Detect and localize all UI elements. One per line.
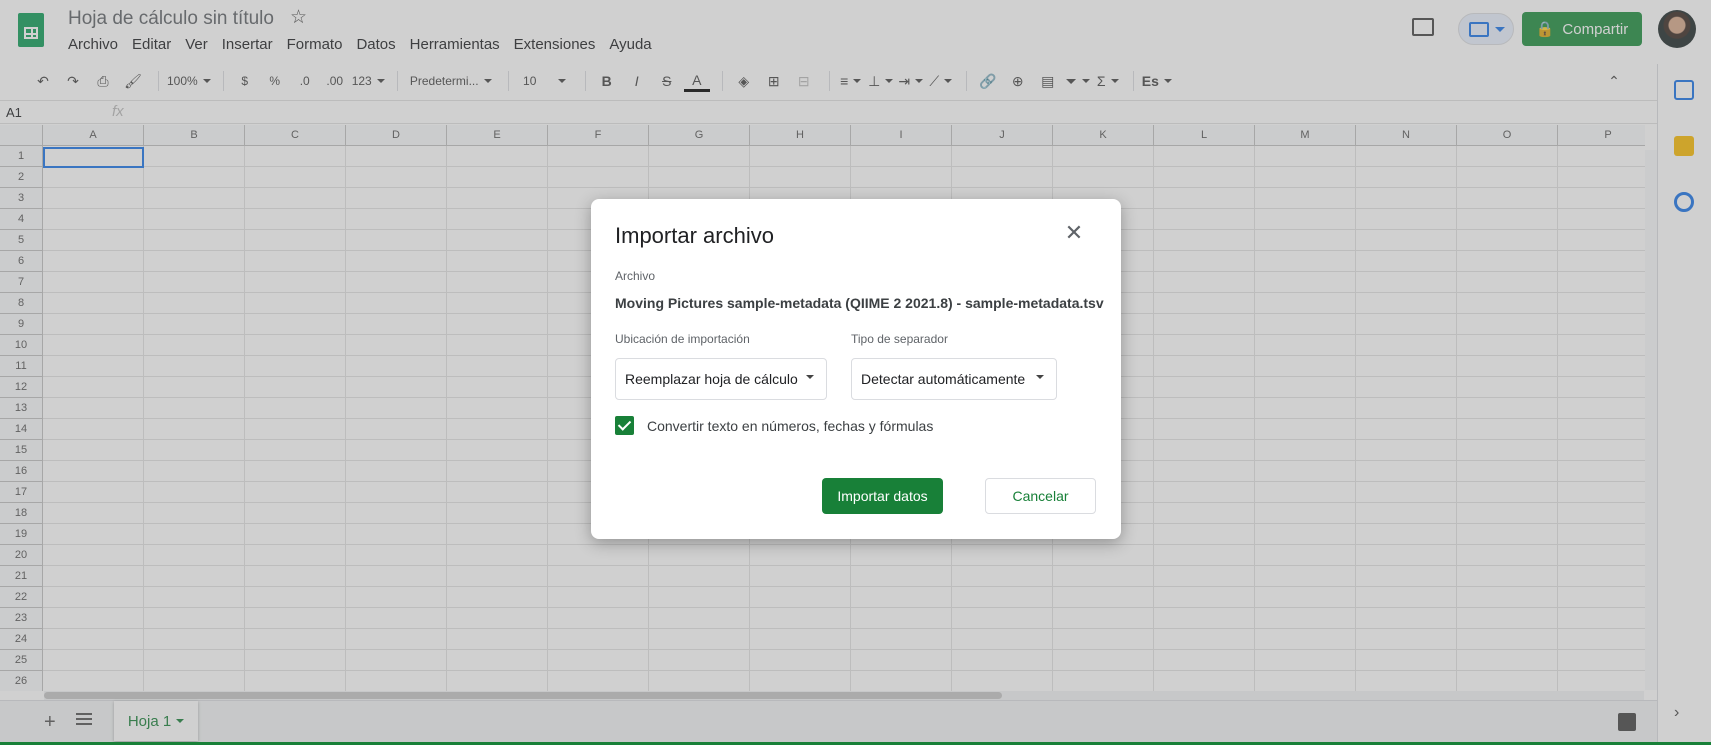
separator-type-select[interactable]: Detectar automáticamente [851, 358, 1057, 400]
chevron-down-icon [806, 375, 814, 383]
location-label: Ubicación de importación [615, 332, 750, 346]
import-location-select[interactable]: Reemplazar hoja de cálculo [615, 358, 827, 400]
chevron-down-icon [1036, 375, 1044, 383]
separator-type-value: Detectar automáticamente [861, 371, 1026, 387]
cancel-button[interactable]: Cancelar [985, 478, 1096, 514]
dialog-title: Importar archivo [615, 223, 774, 248]
file-name: Moving Pictures sample-metadata (QIIME 2… [615, 295, 1104, 311]
convert-text-checkbox[interactable] [615, 416, 634, 435]
import-location-value: Reemplazar hoja de cálculo [625, 371, 798, 387]
file-label: Archivo [615, 269, 656, 283]
separator-label: Tipo de separador [851, 332, 948, 346]
convert-text-label[interactable]: Convertir texto en números, fechas y fór… [647, 418, 933, 434]
import-data-button[interactable]: Importar datos [822, 478, 943, 514]
import-file-dialog: Importar archivo ✕ Archivo Moving Pictur… [591, 199, 1121, 539]
close-icon[interactable]: ✕ [1062, 221, 1086, 245]
